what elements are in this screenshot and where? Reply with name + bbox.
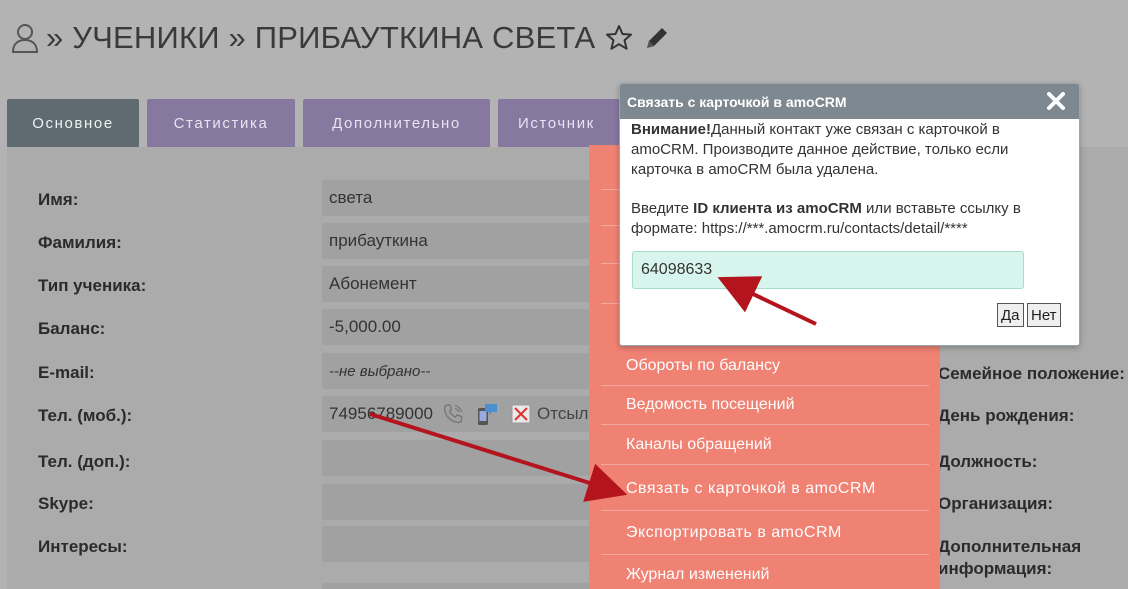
tab-statistics[interactable]: Статистика — [147, 99, 295, 147]
link-amocrm-dialog: Связать с карточкой в amoCRM Внимание!Да… — [619, 83, 1080, 346]
balance-field[interactable]: -5,000.00 — [322, 309, 592, 345]
dialog-warning: Внимание!Данный контакт уже связан с кар… — [631, 120, 1071, 180]
close-icon[interactable] — [1045, 90, 1067, 112]
menu-item-balance-turnover[interactable]: Обороты по балансу — [601, 346, 929, 386]
position-label: Должность: — [938, 452, 1038, 471]
tab-main[interactable]: Основное — [7, 99, 139, 147]
student-type-label: Тип ученика: — [38, 276, 147, 295]
blocked-icon[interactable] — [509, 402, 533, 426]
sent-label: Отсыл — [537, 404, 589, 423]
sms-icon[interactable] — [475, 402, 499, 426]
skype-field[interactable] — [322, 484, 592, 520]
next-field[interactable] — [322, 583, 592, 589]
yes-button[interactable]: Да — [997, 303, 1024, 327]
extra-phone-field[interactable] — [322, 440, 592, 476]
no-button[interactable]: Нет — [1027, 303, 1061, 327]
first-name-value: света — [329, 188, 373, 207]
skype-label: Skype: — [38, 494, 94, 513]
tab-bar: Основное Статистика Дополнительно Источн… — [7, 99, 688, 147]
birthday-label: День рождения: — [938, 406, 1075, 425]
menu-item-link-amocrm[interactable]: Связать с карточкой в amoCRM — [601, 467, 929, 511]
email-label: E-mail: — [38, 363, 95, 382]
page-title: » УЧЕНИКИ » ПРИБАУТКИНА СВЕТА — [46, 20, 596, 55]
user-icon — [11, 24, 39, 53]
mobile-phone-value: 74956789000 — [329, 404, 434, 423]
dialog-prompt: Введите ID клиента из amoCRM или вставьт… — [631, 199, 1071, 239]
menu-item-contact-channels[interactable]: Каналы обращений — [601, 425, 929, 465]
last-name-label: Фамилия: — [38, 233, 122, 252]
extra-phone-label: Тел. (доп.): — [38, 452, 131, 471]
first-name-field[interactable]: света — [322, 180, 592, 216]
student-type-value: Абонемент — [329, 274, 417, 293]
phone-call-icon[interactable] — [441, 402, 465, 426]
page-header: » УЧЕНИКИ » ПРИБАУТКИНА СВЕТА — [10, 18, 671, 58]
prompt-bold: ID клиента из amoCRM — [693, 200, 862, 217]
phone-actions — [441, 402, 533, 426]
email-field[interactable]: --не выбрано-- — [322, 353, 592, 389]
tab-additional[interactable]: Дополнительно — [303, 99, 490, 147]
menu-item-attendance-sheet[interactable]: Ведомость посещений — [601, 385, 929, 425]
interests-label: Интересы: — [38, 537, 128, 556]
marital-status-label: Семейное положение: — [938, 364, 1125, 383]
mobile-phone-label: Тел. (моб.): — [38, 406, 133, 425]
pencil-icon[interactable] — [643, 24, 671, 52]
menu-item-export-amocrm[interactable]: Экспортировать в amoCRM — [601, 511, 929, 555]
dialog-header: Связать с карточкой в amoCRM — [620, 84, 1079, 119]
organization-label: Организация: — [938, 494, 1054, 513]
dialog-title: Связать с карточкой в amoCRM — [627, 93, 847, 110]
last-name-field[interactable]: прибауткина — [322, 223, 592, 259]
amocrm-id-input[interactable] — [632, 251, 1024, 289]
last-name-value: прибауткина — [329, 231, 428, 250]
prompt-prefix: Введите — [631, 200, 694, 217]
balance-value: -5,000.00 — [329, 317, 401, 336]
additional-info-label: Дополнительная информация: — [938, 537, 1082, 578]
warning-bold: Внимание! — [631, 121, 711, 138]
email-value: --не выбрано-- — [329, 362, 431, 380]
interests-field[interactable] — [322, 526, 592, 562]
mobile-phone-field[interactable]: 74956789000 Отсыл — [322, 396, 592, 432]
menu-item-change-log[interactable]: Журнал изменений — [601, 555, 929, 589]
first-name-label: Имя: — [38, 190, 79, 209]
balance-label: Баланс: — [38, 319, 106, 338]
star-icon[interactable] — [605, 24, 633, 52]
student-type-field[interactable]: Абонемент — [322, 266, 592, 302]
